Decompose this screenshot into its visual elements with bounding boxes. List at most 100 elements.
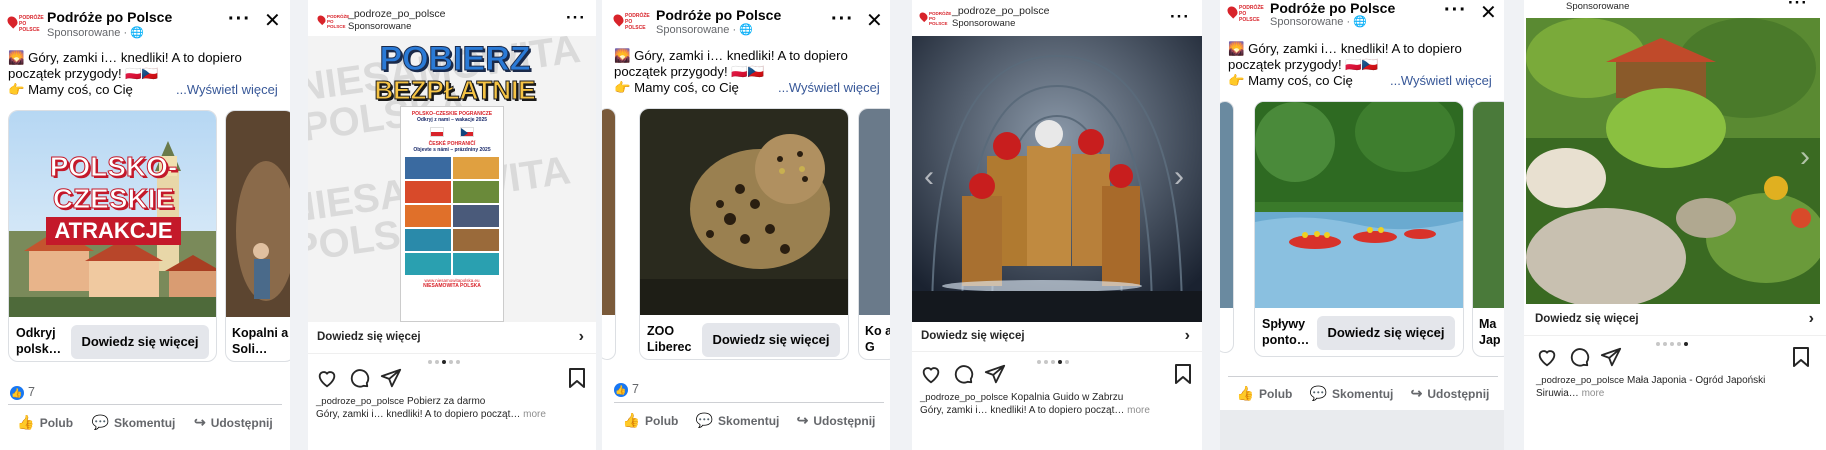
page-name[interactable]: Podróże po Polsce [1270, 0, 1395, 16]
brand-logo[interactable]: PODRÓŻE PO POLSCE [611, 12, 650, 31]
comment-button[interactable]: 💬 Skomentuj [1310, 385, 1394, 402]
share-icon: ↪ [193, 414, 206, 430]
reaction-count[interactable]: 👍 7 [10, 385, 35, 400]
brand-logo[interactable]: PODRÓŻE PO POLSCE [5, 14, 44, 33]
more-options-icon[interactable]: ··· [228, 9, 251, 29]
carousel-card-label: Odkryj polsk… [16, 326, 62, 356]
comment-icon[interactable] [1568, 346, 1590, 368]
learn-more-button[interactable]: Dowiedz się więcej › [308, 322, 596, 354]
comment-icon: 💬 [91, 414, 110, 430]
carousel-next-icon[interactable]: › [1174, 160, 1184, 194]
carousel-card-1[interactable]: Spływy ponto… Dowiedz się więcej [1254, 101, 1464, 357]
carousel-image-leopard [640, 109, 848, 315]
more-options-icon[interactable]: ··· [831, 9, 854, 29]
reaction-count[interactable]: 👍 7 [614, 382, 639, 397]
carousel-card-label: Ma Jap [1479, 317, 1501, 347]
learn-more-button[interactable]: Dowiedz się więcej › [912, 322, 1202, 352]
page-name[interactable]: Podróże po Polsce [47, 9, 172, 25]
share-button[interactable]: ↪ Udostępnij [797, 412, 876, 429]
carousel-next-icon[interactable]: › [1800, 140, 1810, 174]
thumbs-up-icon: 👍 [622, 412, 641, 428]
post-actions [1536, 346, 1622, 368]
more-link[interactable]: more [523, 409, 546, 420]
carousel-image-mine [226, 111, 290, 317]
more-link[interactable]: more [1582, 388, 1605, 399]
bookmark-icon[interactable] [568, 368, 586, 388]
carousel-pagination [428, 360, 460, 364]
carousel-card-1[interactable]: POLSKO- CZESKIE ATRAKCJE Odkryj polsk… D… [8, 110, 217, 362]
caption-text: Góry, zamki i… knedliki! A to dopiero po… [316, 409, 546, 420]
carousel-card-2[interactable]: Ko a G [858, 108, 890, 360]
learn-more-button[interactable]: Dowiedz się więcej [702, 323, 840, 357]
like-button[interactable]: 👍 Polub [1237, 385, 1293, 402]
account-handle[interactable]: _podroze_po_polsce [348, 8, 446, 20]
see-more-link[interactable]: ...Wyświetl więcej [176, 82, 278, 97]
carousel-card-1[interactable]: ZOO Liberec Dowiedz się więcej [639, 108, 849, 360]
ad-image-mine-tunnel [912, 36, 1202, 322]
more-options-icon[interactable]: ··· [1444, 0, 1467, 20]
heart-icon[interactable] [316, 367, 338, 389]
comment-button[interactable]: 💬 Skomentuj [696, 412, 780, 429]
ad-card-6: Sponsorowane ··· › Dowiedz się więcej › _… [1524, 0, 1826, 450]
caption-title: _podroze_po_polsce Pobierz za darmo [316, 396, 486, 407]
share-button[interactable]: ↪ Udostępnij [194, 414, 273, 431]
share-icon[interactable] [984, 363, 1006, 385]
carousel-prev-icon[interactable]: ‹ [924, 160, 934, 194]
heart-icon[interactable] [1536, 346, 1558, 368]
like-reaction-icon: 👍 [10, 385, 24, 400]
close-icon[interactable]: ✕ [1480, 0, 1497, 25]
ad-card-2: PODRÓŻE PO POLSCE _podroze_po_polsce Spo… [308, 0, 596, 450]
share-icon: ↪ [796, 412, 809, 428]
carousel-card-label: Kopalni a Soli… [232, 326, 289, 356]
see-more-link[interactable]: ...Wyświetl więcej [778, 80, 880, 95]
carousel-card-2[interactable]: Ma Jap [1472, 101, 1504, 357]
more-options-icon[interactable]: ··· [566, 9, 586, 26]
caption-title: _podroze_po_polsce Kopalnia Guido w Zabr… [920, 392, 1124, 403]
ad-card-1: PODRÓŻE PO POLSCE Podróże po Polsce Spon… [0, 0, 290, 450]
carousel-pagination [1037, 360, 1069, 364]
carousel-card-2[interactable]: Kopalni a Soli… [225, 110, 290, 362]
like-reaction-icon: 👍 [614, 382, 628, 397]
share-icon[interactable] [380, 367, 402, 389]
carousel-card-label: ZOO Liberec [647, 324, 692, 354]
chevron-right-icon: › [578, 328, 584, 345]
comment-icon[interactable] [952, 363, 974, 385]
share-icon[interactable] [1600, 346, 1622, 368]
comment-icon[interactable] [348, 367, 370, 389]
carousel-card-label: Spływy ponto… [1262, 317, 1310, 347]
page-name[interactable]: Podróże po Polsce [656, 7, 781, 23]
like-button[interactable]: 👍 Polub [17, 414, 73, 431]
post-actions [920, 363, 1006, 385]
headline: POBIERZ BEZPŁATNIE [374, 40, 536, 105]
more-link[interactable]: more [1127, 405, 1150, 416]
brand-logo[interactable]: PODRÓŻE PO POLSCE [1225, 4, 1264, 23]
brand-logo[interactable]: PODRÓŻE PO POLSCE [315, 13, 349, 29]
sponsored-label: Sponsorowane [348, 21, 412, 32]
learn-more-button[interactable]: Dowiedz się więcej [71, 325, 209, 359]
chevron-right-icon: › [1808, 310, 1814, 327]
close-icon[interactable]: ✕ [866, 8, 883, 33]
heart-icon[interactable] [920, 363, 942, 385]
bookmark-icon[interactable] [1792, 347, 1810, 367]
like-button[interactable]: 👍 Polub [623, 412, 679, 429]
bookmark-icon[interactable] [1174, 364, 1192, 384]
more-options-icon[interactable]: ··· [1170, 8, 1190, 25]
post-actions: 👍 Polub 💬 Skomentuj ↪ Udostępnij [614, 402, 884, 438]
close-icon[interactable]: ✕ [264, 8, 281, 33]
carousel-card-prev[interactable] [1220, 101, 1234, 353]
sponsored-label: Sponsorowane [1566, 1, 1630, 12]
account-handle[interactable]: _podroze_po_polsce [952, 5, 1050, 17]
sponsored-label: Sponsorowane · 🌐 [47, 27, 144, 39]
share-button[interactable]: ↪ Udostępnij [1411, 385, 1490, 402]
carousel-image-rafting [1255, 102, 1463, 308]
more-options-icon[interactable]: ··· [1788, 0, 1808, 11]
see-more-link[interactable]: ...Wyświetl więcej [1390, 73, 1492, 88]
leaflet: POLSKO–CZESKIE POGRANICZE Odkryj z nami … [400, 106, 504, 322]
comment-button[interactable]: 💬 Skomentuj [92, 414, 176, 431]
thumbs-up-icon: 👍 [1236, 385, 1255, 401]
learn-more-button[interactable]: Dowiedz się więcej [1317, 316, 1455, 350]
ad-image-leaflet: NIESAMOWITA POLSKA NIESAMOWITA POLSKA PO… [308, 36, 596, 322]
learn-more-button[interactable]: Dowiedz się więcej › [1524, 304, 1826, 336]
brand-logo[interactable]: PODRÓŻE PO POLSCE [917, 10, 951, 26]
carousel-card-prev[interactable] [602, 108, 616, 360]
